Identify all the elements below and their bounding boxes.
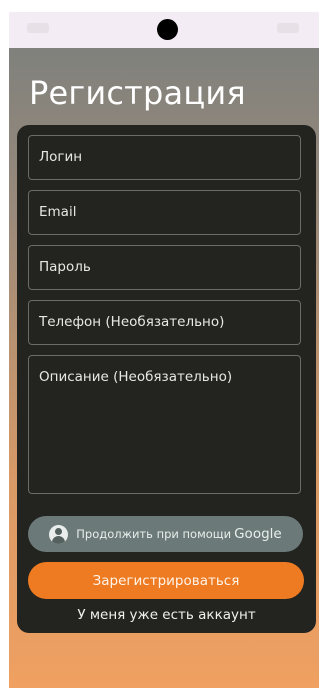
app-screen: Регистрация Логин Email Пароль Телефон (… (9, 12, 319, 688)
login-link[interactable]: У меня уже есть аккаунт (17, 607, 316, 623)
description-field[interactable]: Описание (Необязательно) (28, 355, 301, 494)
status-bar (9, 12, 319, 48)
camera-cutout (157, 19, 178, 40)
password-placeholder: Пароль (39, 259, 91, 275)
email-field[interactable]: Email (28, 190, 301, 235)
password-field[interactable]: Пароль (28, 245, 301, 290)
google-button-label: Продолжить при помощи (76, 527, 232, 541)
phone-placeholder: Телефон (Необязательно) (39, 314, 225, 330)
login-field[interactable]: Логин (28, 135, 301, 180)
device-frame: Регистрация Логин Email Пароль Телефон (… (0, 0, 319, 690)
login-placeholder: Логин (39, 149, 83, 165)
email-placeholder: Email (39, 204, 77, 220)
register-button[interactable]: Зарегистрироваться (28, 562, 304, 599)
phone-field[interactable]: Телефон (Необязательно) (28, 300, 301, 345)
account-circle-icon (49, 524, 69, 544)
status-time-placeholder (27, 23, 49, 33)
google-brand-label: Google (234, 526, 282, 542)
google-signin-button[interactable]: Продолжить при помощи Google (28, 516, 303, 552)
page-title: Регистрация (29, 74, 246, 112)
status-icons-placeholder (277, 23, 299, 33)
registration-card: Логин Email Пароль Телефон (Необязательн… (17, 125, 316, 633)
description-placeholder: Описание (Необязательно) (39, 369, 233, 385)
